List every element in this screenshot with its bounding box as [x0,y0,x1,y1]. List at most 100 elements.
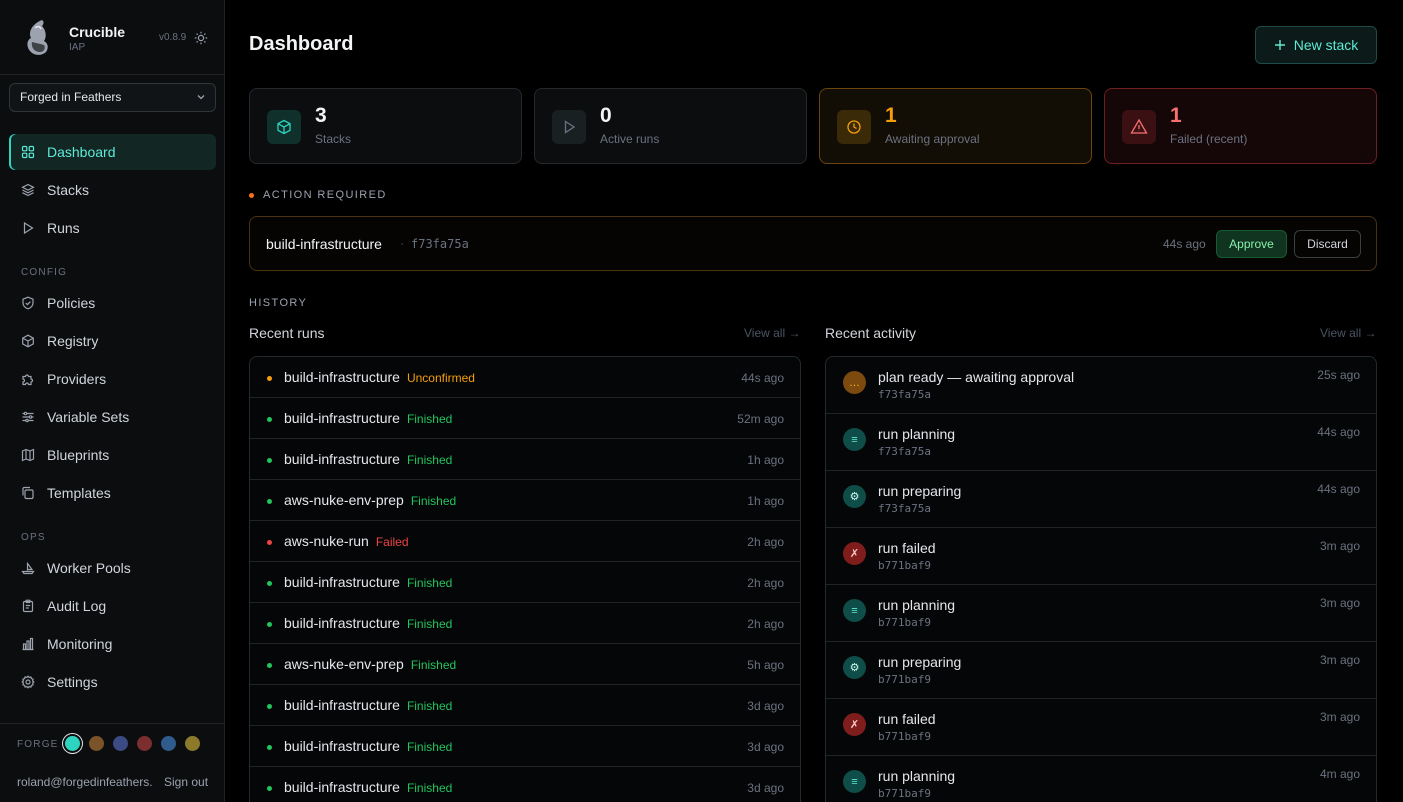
nav-policies-label: Policies [47,295,96,311]
run-stack-name: build-infrastructure [284,369,400,385]
nav-monitoring[interactable]: Monitoring [9,626,216,662]
nav-worker-pools-label: Worker Pools [47,560,131,576]
forge-swatch-bronze[interactable] [89,736,104,751]
nav-policies[interactable]: Policies [9,285,216,321]
organization-select[interactable]: Forged in Feathers [9,83,216,112]
forge-swatch-crimson[interactable] [137,736,152,751]
new-stack-label: New stack [1293,37,1359,53]
run-row[interactable]: build-infrastructure Finished 3d ago [250,726,800,767]
run-stack-name: build-infrastructure [284,697,400,713]
play-icon [23,221,34,235]
forge-swatch-gold[interactable] [185,736,200,751]
nav-stacks-label: Stacks [47,182,90,198]
sign-out-link[interactable]: Sign out [164,775,208,789]
sidebar-footer: FORGE roland@forgedinfeathers.com Sign o… [0,723,225,802]
nav-worker-pools[interactable]: Worker Pools [9,550,216,586]
organization-select-value: Forged in Feathers [20,90,122,104]
activity-row[interactable]: … plan ready — awaiting approval f73fa75a 2… [826,357,1376,414]
nav-settings-label: Settings [47,674,98,690]
run-row[interactable]: build-infrastructure Finished 3d ago [250,685,800,726]
nav-stacks[interactable]: Stacks [9,172,216,208]
run-row[interactable]: build-infrastructure Unconfirmed 44s ago [250,357,800,398]
run-time: 5h ago [747,658,784,672]
nav-runs[interactable]: Runs [9,210,216,246]
stat-card-awaiting-approval[interactable]: 1 Awaiting approval [819,88,1092,164]
page-title: Dashboard [249,33,354,55]
run-row[interactable]: aws-nuke-env-prep Finished 1h ago [250,480,800,521]
status-dot [267,622,272,627]
status-dot [267,581,272,586]
recent-runs-list: build-infrastructure Unconfirmed 44s ago bu… [249,356,801,802]
activity-hash: b771baf9 [878,787,931,800]
activity-title: run failed [878,540,936,556]
nav-settings[interactable]: Settings [9,664,216,700]
activity-view-all-link[interactable]: View all → [1320,326,1376,340]
nav-dashboard[interactable]: Dashboard [9,134,216,170]
run-time: 1h ago [747,453,784,467]
pending-stack-name[interactable]: build-infrastructure [266,236,382,252]
puzzle-icon [22,374,34,386]
activity-row[interactable]: ✗ run failed b771baf9 3m ago [826,699,1376,756]
status-dot [267,376,272,381]
map-icon [21,448,35,462]
run-status-badge: Failed [375,535,409,549]
activity-hash: b771baf9 [878,616,931,629]
activity-row[interactable]: ≡ run planning f73fa75a 44s ago [826,414,1376,471]
activity-time: 3m ago [1319,596,1360,610]
activity-time: 25s ago [1317,368,1360,382]
activity-row[interactable]: ✗ run failed b771baf9 3m ago [826,528,1376,585]
approve-button[interactable]: Approve [1216,230,1287,258]
activity-hash: f73fa75a [878,445,931,458]
warning-icon [1122,110,1156,144]
box-icon [22,334,34,348]
nav-providers[interactable]: Providers [9,361,216,397]
activity-row[interactable]: ≡ run planning b771baf9 4m ago [826,756,1376,802]
activity-row[interactable]: ⚙ run preparing b771baf9 3m ago [826,642,1376,699]
activity-row[interactable]: ≡ run planning b771baf9 3m ago [826,585,1376,642]
play-icon [552,110,586,144]
run-row[interactable]: aws-nuke-run Failed 2h ago [250,521,800,562]
nav-blueprints[interactable]: Blueprints [9,437,216,473]
clipboard-icon [22,599,34,613]
stat-value: 3 [315,104,327,127]
discard-button[interactable]: Discard [1294,230,1361,258]
new-stack-button[interactable]: New stack [1255,26,1377,64]
stat-card-failed-recent[interactable]: 1 Failed (recent) [1104,88,1377,164]
list-icon: ≡ [843,599,866,622]
forge-swatch-indigo[interactable] [113,736,128,751]
status-dot [267,704,272,709]
activity-row[interactable]: ⚙ run preparing f73fa75a 44s ago [826,471,1376,528]
runs-view-all-link[interactable]: View all → [744,326,800,340]
shield-icon [22,296,34,310]
run-row[interactable]: build-infrastructure Finished 3d ago [250,767,800,802]
pending-approval-card: build-infrastructure · f73fa75a 44s ago … [249,216,1377,271]
run-status-badge: Finished [410,658,457,672]
run-row[interactable]: build-infrastructure Finished 1h ago [250,439,800,480]
forge-swatch-blue[interactable] [161,736,176,751]
run-stack-name: build-infrastructure [284,779,400,795]
chevron-down-icon [197,95,205,100]
run-row[interactable]: aws-nuke-env-prep Finished 5h ago [250,644,800,685]
run-row[interactable]: build-infrastructure Finished 52m ago [250,398,800,439]
status-dot [267,663,272,668]
activity-title: run planning [878,426,956,442]
nav-registry[interactable]: Registry [9,323,216,359]
run-status-badge: Finished [410,494,457,508]
sun-icon[interactable] [194,31,208,45]
nav-templates[interactable]: Templates [9,475,216,511]
run-status-badge: Finished [406,740,453,754]
run-row[interactable]: build-infrastructure Finished 2h ago [250,562,800,603]
nav-audit-log[interactable]: Audit Log [9,588,216,624]
forge-swatch-teal[interactable] [65,736,80,751]
status-dot [267,745,272,750]
stat-card-stacks[interactable]: 3 Stacks [249,88,522,164]
user-email: roland@forgedinfeathers.com [17,775,152,789]
status-dot [267,458,272,463]
nav-variable-sets[interactable]: Variable Sets [9,399,216,435]
separator: · [400,236,404,250]
run-row[interactable]: build-infrastructure Finished 2h ago [250,603,800,644]
gear-icon: ⚙ [843,656,866,679]
brand-subtitle: IAP [69,42,86,53]
stat-card-active-runs[interactable]: 0 Active runs [534,88,807,164]
ellipsis-icon: … [843,371,866,394]
